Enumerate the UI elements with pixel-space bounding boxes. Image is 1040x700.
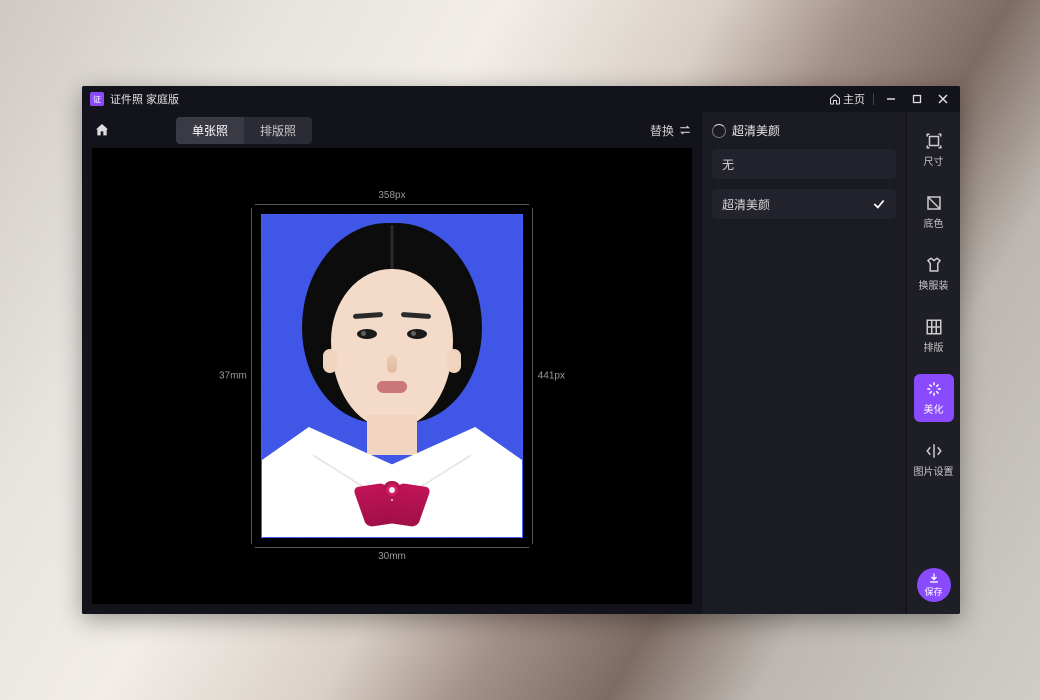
rail-label: 美化 xyxy=(924,401,944,416)
grid-icon xyxy=(925,318,943,336)
tab-layout-photo[interactable]: 排版照 xyxy=(244,117,312,144)
stage-toolbar: 单张照 排版照 替换 xyxy=(82,112,702,148)
rail-label: 排版 xyxy=(924,339,944,354)
rail-label: 图片设置 xyxy=(914,463,954,478)
window-body: 单张照 排版照 替换 358px 441px 37mm 30mm xyxy=(82,112,960,614)
rail-clothes[interactable]: 换服装 xyxy=(914,250,954,298)
dimension-width-px: 358px xyxy=(261,190,523,201)
replace-label: 替换 xyxy=(650,122,674,139)
sparkle-icon xyxy=(712,124,726,138)
inspector-section-title: 超清美颜 xyxy=(732,122,780,139)
maximize-button[interactable] xyxy=(908,90,926,108)
titlebar-separator xyxy=(873,93,874,105)
rail-label: 换服装 xyxy=(919,277,949,292)
dimension-height-mm: 37mm xyxy=(219,371,247,382)
stage: 单张照 排版照 替换 358px 441px 37mm 30mm xyxy=(82,112,702,614)
app-window: 证 证件照 家庭版 主页 xyxy=(82,86,960,614)
check-icon xyxy=(872,197,886,211)
rail-size[interactable]: 尺寸 xyxy=(914,126,954,174)
rail-label: 底色 xyxy=(924,215,944,230)
inspector-panel: 超清美颜 无 超清美颜 xyxy=(702,112,906,614)
titlebar: 证 证件照 家庭版 主页 xyxy=(82,86,960,112)
home-icon xyxy=(829,93,841,105)
swap-icon xyxy=(678,123,692,137)
minimize-button[interactable] xyxy=(882,90,900,108)
portrait-illustration xyxy=(262,215,522,537)
tab-single-photo[interactable]: 单张照 xyxy=(176,117,244,144)
save-label: 保存 xyxy=(924,585,942,598)
rail-bgcolor[interactable]: 底色 xyxy=(914,188,954,236)
size-icon xyxy=(925,132,943,150)
rail-label: 尺寸 xyxy=(924,153,944,168)
dimension-height-px: 441px xyxy=(538,371,565,382)
inspector-section-header: 超清美颜 xyxy=(712,122,896,139)
tshirt-icon xyxy=(925,256,943,274)
photo-frame: 358px 441px 37mm 30mm xyxy=(261,214,523,538)
rail-layout[interactable]: 排版 xyxy=(914,312,954,360)
bgcolor-icon xyxy=(925,194,943,212)
ruler-left xyxy=(251,208,252,544)
titlebar-home-label: 主页 xyxy=(843,91,865,107)
view-tabs: 单张照 排版照 xyxy=(176,117,312,144)
save-button[interactable]: 保存 xyxy=(917,568,951,602)
close-icon xyxy=(938,94,948,104)
ruler-bottom xyxy=(255,547,529,548)
ruler-top xyxy=(255,204,529,205)
beauty-option-none[interactable]: 无 xyxy=(712,149,896,179)
tool-rail: 尺寸 底色 换服装 排版 美化 图片设置 xyxy=(906,112,960,614)
replace-button[interactable]: 替换 xyxy=(650,122,692,139)
ruler-right xyxy=(532,208,533,544)
titlebar-controls: 主页 xyxy=(829,90,952,108)
rail-image-settings[interactable]: 图片设置 xyxy=(914,436,954,484)
download-icon xyxy=(928,572,940,584)
titlebar-home-button[interactable]: 主页 xyxy=(829,91,865,107)
mirror-icon xyxy=(925,442,943,460)
dimension-width-mm: 30mm xyxy=(261,551,523,562)
close-button[interactable] xyxy=(934,90,952,108)
home-icon xyxy=(94,122,110,138)
id-photo[interactable] xyxy=(261,214,523,538)
maximize-icon xyxy=(912,94,922,104)
option-label: 超清美颜 xyxy=(722,196,770,213)
option-label: 无 xyxy=(722,156,734,173)
rail-beautify[interactable]: 美化 xyxy=(914,374,954,422)
app-logo-icon: 证 xyxy=(90,92,104,106)
minimize-icon xyxy=(886,94,896,104)
app-title: 证件照 家庭版 xyxy=(110,91,179,107)
stage-home-button[interactable] xyxy=(92,122,112,138)
canvas[interactable]: 358px 441px 37mm 30mm xyxy=(92,148,692,604)
sparkle-icon xyxy=(925,380,943,398)
beauty-option-hd[interactable]: 超清美颜 xyxy=(712,189,896,219)
